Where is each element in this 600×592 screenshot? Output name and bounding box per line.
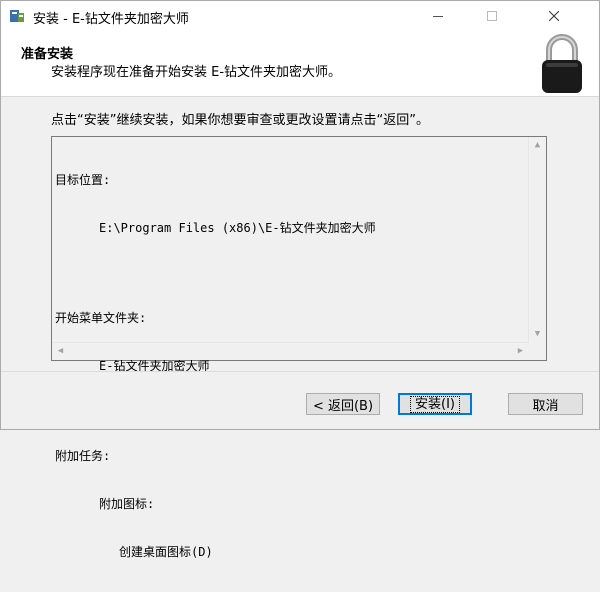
- installer-icon: [9, 8, 25, 24]
- back-button-label: < 返回(B): [312, 398, 374, 414]
- vertical-scrollbar[interactable]: ▲ ▼: [528, 137, 546, 343]
- summary-memo[interactable]: 目标位置: E:\Program Files (x86)\E-钻文件夹加密大师 …: [51, 136, 547, 559]
- cancel-button-label: 取消: [532, 398, 559, 414]
- window-title: 安装 - E-钻文件夹加密大师: [33, 12, 189, 27]
- install-button[interactable]: 安装(I): [398, 393, 472, 415]
- close-icon: [549, 11, 559, 21]
- cancel-button[interactable]: 取消: [508, 393, 583, 415]
- install-button-label: 安装(I): [410, 395, 460, 413]
- tasks-label: 附加任务:: [55, 449, 111, 463]
- start-menu-label: 开始菜单文件夹:: [55, 311, 147, 325]
- scroll-right-icon[interactable]: ▶: [512, 343, 529, 360]
- wizard-header: 准备安装 安装程序现在准备开始安装 E-钻文件夹加密大师。: [1, 31, 599, 97]
- maximize-icon: [487, 11, 497, 21]
- close-button[interactable]: [531, 1, 577, 31]
- minimize-icon: [433, 16, 443, 17]
- page-title: 准备安装: [21, 47, 74, 62]
- scroll-up-icon[interactable]: ▲: [529, 137, 546, 154]
- minimize-button[interactable]: [415, 1, 461, 31]
- back-button[interactable]: < 返回(B): [306, 393, 380, 415]
- horizontal-scrollbar[interactable]: ◀ ▶: [52, 342, 529, 360]
- page-subtitle: 安装程序现在准备开始安装 E-钻文件夹加密大师。: [51, 65, 342, 80]
- installer-window: 安装 - E-钻文件夹加密大师 准备安装 安装程序现在准备开始安装 E-钻文件夹…: [0, 0, 600, 559]
- title-bar: 安装 - E-钻文件夹加密大师: [1, 1, 599, 31]
- tasks-group: 附加图标:: [99, 497, 155, 511]
- dest-value: E:\Program Files (x86)\E-钻文件夹加密大师: [99, 221, 376, 235]
- summary-text: 目标位置: E:\Program Files (x86)\E-钻文件夹加密大师 …: [55, 140, 529, 592]
- instruction-text: 点击“安装”继续安装，如果你想要审查或更改设置请点击“返回”。: [51, 113, 429, 128]
- divider: [1, 371, 599, 372]
- scroll-corner: [529, 343, 546, 360]
- tasks-item: 创建桌面图标(D): [119, 545, 213, 559]
- padlock-icon: [538, 33, 586, 95]
- scroll-down-icon[interactable]: ▼: [529, 326, 546, 343]
- maximize-button[interactable]: [469, 1, 515, 31]
- dest-label: 目标位置:: [55, 173, 111, 187]
- scroll-left-icon[interactable]: ◀: [52, 343, 69, 360]
